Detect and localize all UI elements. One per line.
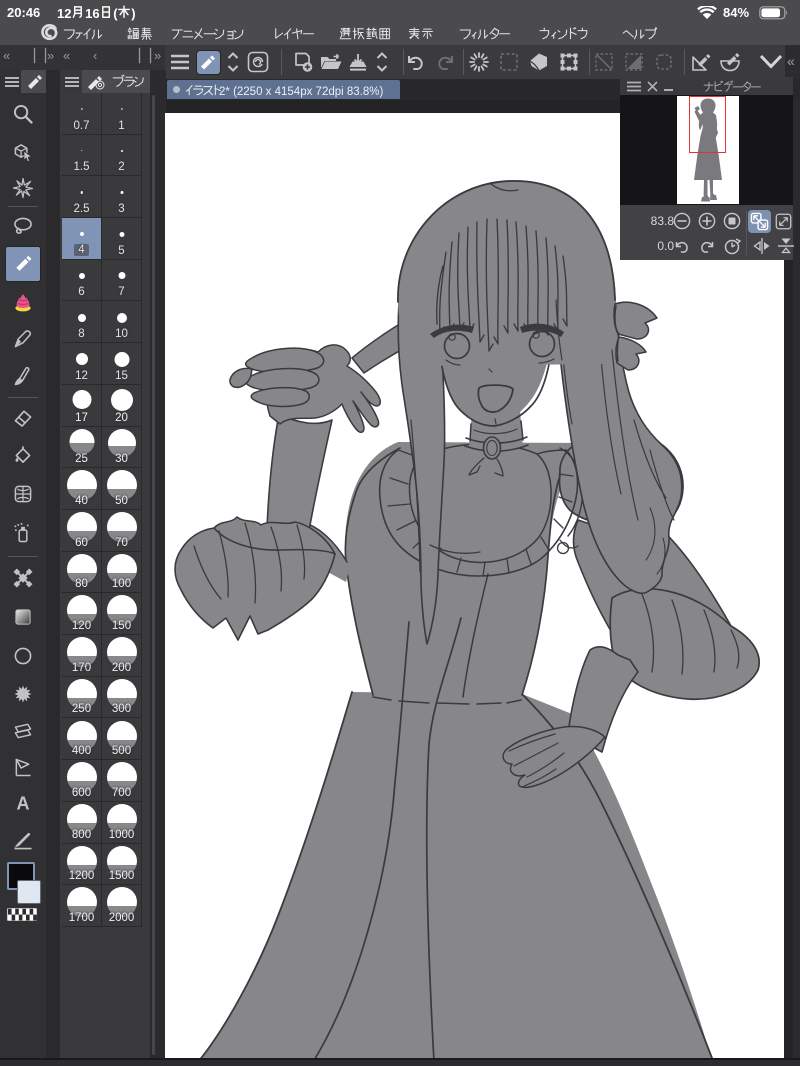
svg-text:1: 1 <box>57 6 64 21</box>
svg-text:A: A <box>16 794 29 814</box>
svg-text:): ) <box>131 6 135 21</box>
svg-text:6: 6 <box>92 6 99 21</box>
svg-text:1: 1 <box>85 6 92 21</box>
svg-text:2: 2 <box>64 6 71 21</box>
svg-text:(: ( <box>113 6 118 21</box>
